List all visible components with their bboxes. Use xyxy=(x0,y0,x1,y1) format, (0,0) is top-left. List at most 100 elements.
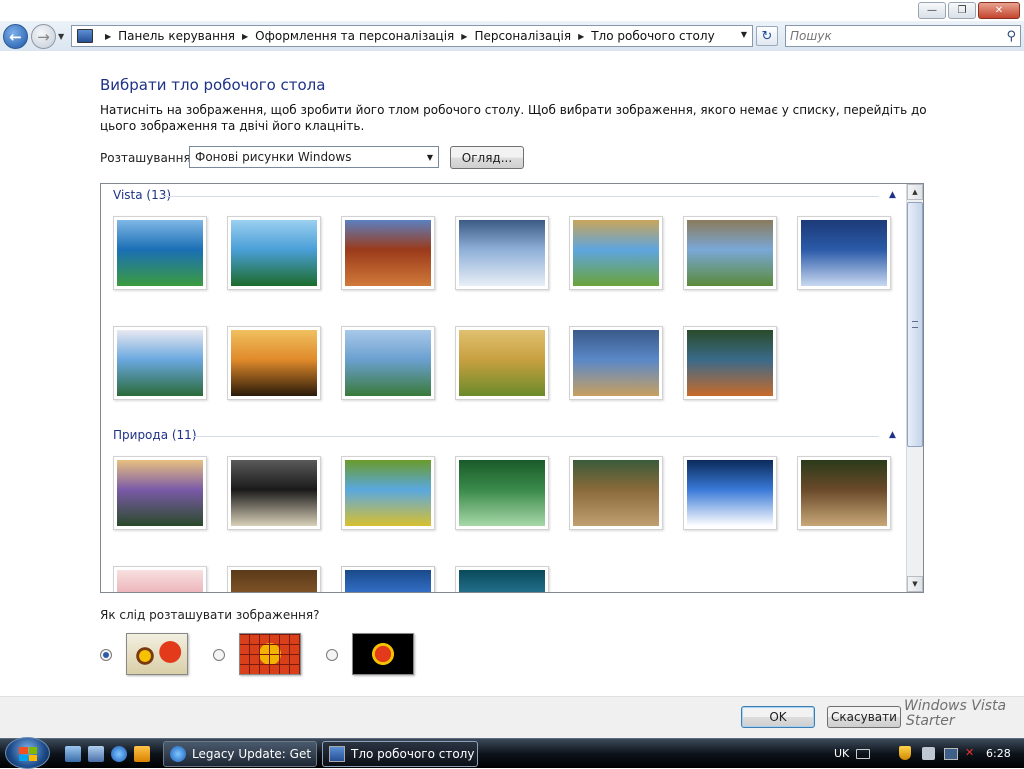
wallpaper-thumbnail[interactable] xyxy=(797,456,891,530)
gallery-scrollbar[interactable]: ▲ ▼ xyxy=(906,184,923,592)
switch-windows-icon[interactable] xyxy=(88,746,104,762)
wallpaper-thumbnail[interactable] xyxy=(227,216,321,290)
position-radio-stretch[interactable] xyxy=(100,649,112,661)
wallpaper-thumbnail[interactable] xyxy=(455,326,549,400)
clock[interactable]: 6:28 xyxy=(986,747,1011,760)
wallpaper-image xyxy=(231,460,317,526)
group-header[interactable]: Vista (13) xyxy=(113,188,171,202)
wallpaper-image xyxy=(459,330,545,396)
close-button[interactable]: ✕ xyxy=(978,2,1020,19)
chevron-down-icon[interactable]: ▼ xyxy=(427,153,433,162)
group-divider xyxy=(163,196,879,197)
volume-muted-icon[interactable]: ✕ xyxy=(965,746,974,759)
refresh-button[interactable]: ↻ xyxy=(756,26,778,46)
maximize-button[interactable]: ❐ xyxy=(948,2,976,19)
wallpaper-thumbnail[interactable] xyxy=(341,326,435,400)
breadcrumb-desktop-background[interactable]: Тло робочого столу xyxy=(591,29,714,43)
wallpaper-thumbnail[interactable] xyxy=(113,566,207,592)
footer-bar: OK Скасувати Windows Vista Starter xyxy=(0,696,1024,738)
position-preview-image[interactable] xyxy=(239,633,301,675)
scroll-thumb[interactable] xyxy=(907,202,923,447)
wallpaper-image xyxy=(231,220,317,286)
wallpaper-image xyxy=(345,460,431,526)
position-label: Як слід розташувати зображення? xyxy=(100,608,320,622)
wallpaper-thumbnail[interactable] xyxy=(569,326,663,400)
wallpaper-thumbnail[interactable] xyxy=(341,566,435,592)
ok-button[interactable]: OK xyxy=(741,706,815,728)
wallpaper-image xyxy=(117,460,203,526)
security-shield-icon[interactable] xyxy=(899,746,911,760)
control-panel-icon xyxy=(329,746,345,762)
wallpaper-thumbnail[interactable] xyxy=(113,326,207,400)
chevron-right-icon[interactable]: ▶ xyxy=(461,32,467,41)
back-button[interactable]: ← xyxy=(3,24,28,49)
chevron-right-icon[interactable]: ▶ xyxy=(242,32,248,41)
location-select[interactable]: Фонові рисунки Windows ▼ xyxy=(189,146,439,168)
wallpaper-thumbnail[interactable] xyxy=(683,216,777,290)
wallpaper-image xyxy=(573,330,659,396)
recent-pages-dropdown-icon[interactable]: ▼ xyxy=(58,32,64,41)
wallpaper-thumbnail[interactable] xyxy=(113,216,207,290)
wallpaper-thumbnail[interactable] xyxy=(797,216,891,290)
taskbar-item-legacy-update[interactable]: Legacy Update: Get ... xyxy=(163,741,317,767)
wallpaper-thumbnail[interactable] xyxy=(683,456,777,530)
wallpaper-image xyxy=(345,220,431,286)
address-dropdown-icon[interactable]: ▼ xyxy=(741,30,747,39)
chevron-right-icon[interactable]: ▶ xyxy=(578,32,584,41)
wallpaper-thumbnail[interactable] xyxy=(569,216,663,290)
taskbar: Legacy Update: Get ... Тло робочого стол… xyxy=(0,737,1024,769)
network-icon[interactable] xyxy=(944,748,958,760)
wallpaper-thumbnail[interactable] xyxy=(455,216,549,290)
safely-remove-icon[interactable] xyxy=(922,747,935,760)
wallpaper-image xyxy=(573,220,659,286)
wallpaper-image xyxy=(345,330,431,396)
cancel-button[interactable]: Скасувати xyxy=(827,706,901,728)
breadcrumb-appearance[interactable]: Оформлення та персоналізація xyxy=(255,29,454,43)
wallpaper-thumbnail[interactable] xyxy=(227,456,321,530)
position-preview-image[interactable] xyxy=(352,633,414,675)
wallpaper-thumbnail[interactable] xyxy=(341,216,435,290)
search-icon[interactable]: ⚲ xyxy=(1006,29,1016,44)
media-player-icon[interactable] xyxy=(134,746,150,762)
browse-button[interactable]: Огляд... xyxy=(450,146,524,169)
scroll-up-button[interactable]: ▲ xyxy=(907,184,923,200)
search-box[interactable]: ⚲ xyxy=(785,25,1021,47)
collapse-chevron-icon[interactable]: ▲ xyxy=(889,190,896,200)
search-input[interactable] xyxy=(790,29,990,43)
position-radio-tile[interactable] xyxy=(213,649,225,661)
wallpaper-thumbnail[interactable] xyxy=(113,456,207,530)
minimize-button[interactable]: — xyxy=(918,2,946,19)
scroll-down-button[interactable]: ▼ xyxy=(907,576,923,592)
control-panel-icon xyxy=(77,29,93,43)
start-button[interactable] xyxy=(5,737,50,769)
wallpaper-thumbnail[interactable] xyxy=(341,456,435,530)
wallpaper-thumbnail[interactable] xyxy=(227,566,321,592)
wallpaper-thumbnail[interactable] xyxy=(455,566,549,592)
position-radio-center[interactable] xyxy=(326,649,338,661)
location-label: Розташування xyxy=(100,151,191,165)
watermark-edition: Starter xyxy=(906,713,955,729)
chevron-right-icon[interactable]: ▶ xyxy=(105,32,111,41)
show-desktop-icon[interactable] xyxy=(65,746,81,762)
wallpaper-image xyxy=(231,570,317,592)
wallpaper-thumbnail[interactable] xyxy=(227,326,321,400)
wallpaper-thumbnail[interactable] xyxy=(683,326,777,400)
forward-button[interactable]: → xyxy=(31,24,56,49)
language-indicator[interactable]: UK xyxy=(834,747,849,760)
position-preview-image[interactable] xyxy=(126,633,188,675)
wallpaper-image xyxy=(459,570,545,592)
collapse-chevron-icon[interactable]: ▲ xyxy=(889,430,896,440)
breadcrumb-control-panel[interactable]: Панель керування xyxy=(118,29,235,43)
wallpaper-image xyxy=(687,220,773,286)
location-value: Фонові рисунки Windows xyxy=(195,150,352,164)
taskbar-item-desktop-background[interactable]: Тло робочого столу xyxy=(322,741,478,767)
keyboard-icon[interactable] xyxy=(856,749,870,759)
internet-explorer-icon[interactable] xyxy=(111,746,127,762)
breadcrumb-personalization[interactable]: Персоналізація xyxy=(474,29,571,43)
wallpaper-thumbnail[interactable] xyxy=(455,456,549,530)
address-bar[interactable]: ▶ Панель керування ▶ Оформлення та персо… xyxy=(71,25,753,47)
wallpaper-gallery[interactable]: ▲ ▼ Vista (13) ▲ Природа (11) ▲ xyxy=(100,183,924,593)
wallpaper-thumbnail[interactable] xyxy=(569,456,663,530)
group-header[interactable]: Природа (11) xyxy=(113,428,197,442)
task-label: Тло робочого столу xyxy=(351,747,475,761)
